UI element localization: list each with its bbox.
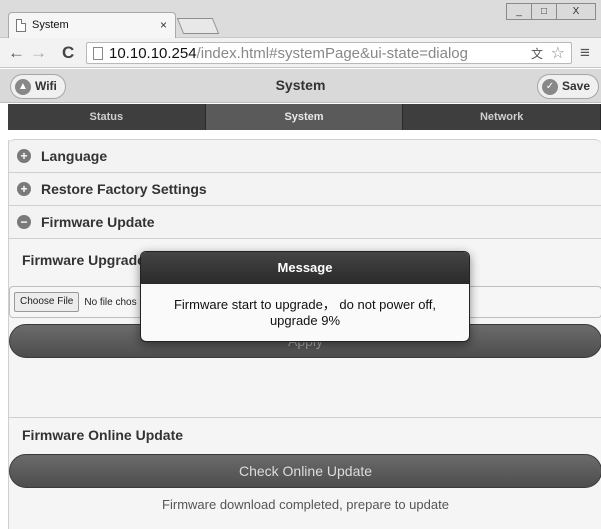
new-tab-button[interactable] (176, 18, 220, 34)
dialog-line-2: upgrade 9% (269, 313, 341, 328)
section-title: Firmware Update (41, 214, 155, 230)
app-header: ▲ Wifi System ✓ Save (0, 69, 601, 103)
window-controls: _ □ X (506, 3, 596, 20)
star-icon[interactable]: ☆ (551, 43, 565, 63)
firmware-status-text: Firmware download completed, prepare to … (162, 497, 449, 512)
page-title: System (275, 77, 326, 93)
save-label: Save (562, 79, 591, 93)
tab-title: System (32, 19, 69, 31)
divider (9, 417, 601, 418)
file-status: No file chos (84, 296, 137, 308)
browser-tab[interactable]: System × (8, 12, 176, 38)
page-icon (16, 19, 26, 32)
nav-tabs: Status System Network (8, 104, 601, 130)
back-arrow-icon[interactable]: ← (8, 43, 25, 63)
section-restore-factory[interactable]: + Restore Factory Settings (9, 172, 601, 206)
reload-icon[interactable]: C (62, 43, 74, 63)
menu-icon[interactable]: ≡ (580, 44, 590, 62)
translate-icon[interactable]: 文 (531, 45, 543, 62)
firmware-upgrade-label: Firmware Upgrade (22, 252, 145, 268)
firmware-online-update-label: Firmware Online Update (22, 427, 184, 443)
plus-icon: + (17, 182, 31, 196)
check-online-update-button[interactable]: Check Online Update (9, 454, 601, 488)
tab-network[interactable]: Network (403, 104, 601, 130)
tab-status[interactable]: Status (8, 104, 206, 130)
page-icon (93, 47, 103, 60)
dialog-message: Firmware start to upgrade， do not power … (141, 284, 469, 329)
forward-arrow-icon[interactable]: → (30, 43, 47, 63)
url-path: /index.html#systemPage&ui-state=dialog (196, 45, 468, 62)
browser-titlebar: System × _ □ X (0, 0, 601, 38)
minus-icon: − (17, 215, 31, 229)
url-text[interactable]: 10.10.10.254/index.html#systemPage&ui-st… (109, 45, 468, 62)
browser-toolbar: ← → C 10.10.10.254/index.html#systemPage… (0, 38, 601, 68)
check-icon: ✓ (542, 78, 558, 95)
close-window-button[interactable]: X (556, 3, 596, 20)
section-language[interactable]: + Language (9, 139, 601, 173)
url-host: 10.10.10.254 (109, 45, 197, 62)
choose-file-button[interactable]: Choose File (14, 292, 80, 312)
section-title: Language (41, 148, 108, 164)
section-title: Restore Factory Settings (41, 181, 207, 197)
dialog-line-1: Firmware start to upgrade， do not power … (173, 297, 437, 312)
save-button[interactable]: ✓ Save (537, 74, 600, 99)
maximize-button[interactable]: □ (531, 3, 557, 20)
plus-icon: + (17, 149, 31, 163)
dialog-title: Message (141, 252, 469, 284)
minimize-button[interactable]: _ (506, 3, 532, 20)
message-dialog: Message Firmware start to upgrade， do no… (140, 251, 470, 342)
section-firmware-update[interactable]: − Firmware Update (9, 205, 601, 239)
tab-close-icon[interactable]: × (160, 18, 167, 32)
tab-system[interactable]: System (205, 104, 404, 130)
url-bar[interactable]: 10.10.10.254/index.html#systemPage&ui-st… (86, 42, 572, 64)
